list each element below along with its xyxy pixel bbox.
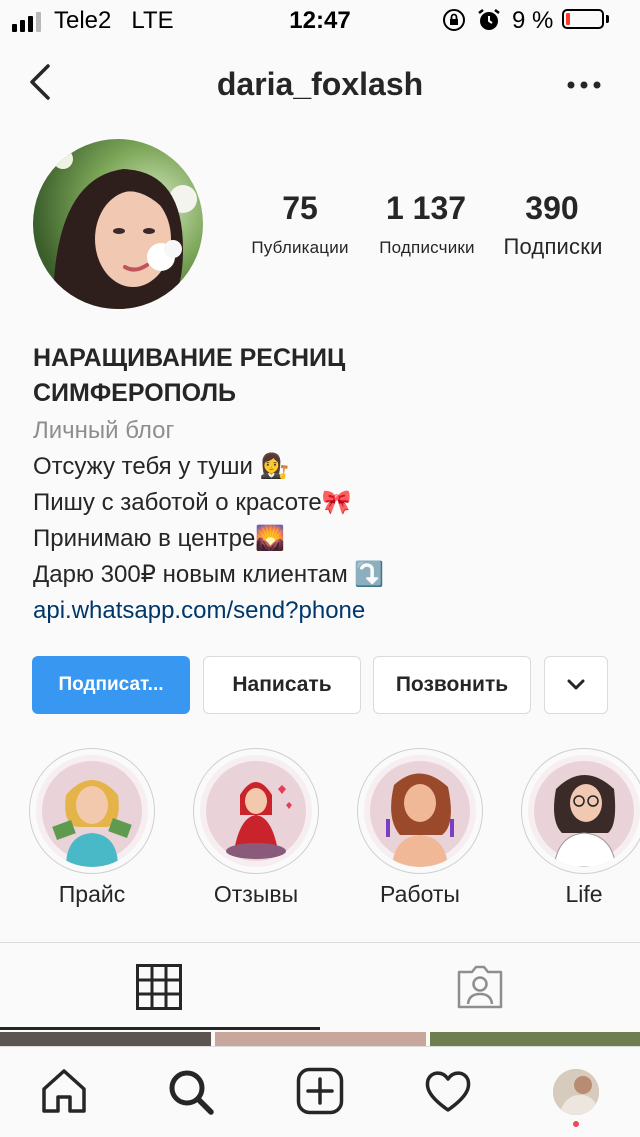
post-thumbnail[interactable] <box>430 1032 640 1046</box>
post-thumbnail[interactable] <box>215 1032 426 1046</box>
followers-count[interactable]: 1 137 <box>366 190 486 227</box>
highlight-label[interactable]: Отзывы <box>176 881 336 908</box>
search-icon[interactable] <box>166 1067 216 1117</box>
tagged-person-icon <box>457 965 503 1009</box>
profile-tab-avatar[interactable] <box>553 1069 599 1115</box>
highlight-label[interactable]: Работы <box>340 881 500 908</box>
section-divider <box>0 942 640 943</box>
highlight-works[interactable] <box>357 748 483 874</box>
bio-line: Принимаю в центре🌄 <box>33 525 286 552</box>
more-options-icon[interactable] <box>566 80 602 90</box>
bio-title-line: НАРАЩИВАНИЕ РЕСНИЦ <box>33 344 346 372</box>
highlight-label[interactable]: Life <box>504 881 640 908</box>
bio-line: Пишу с заботой о красоте🎀 <box>33 489 352 516</box>
following-count[interactable]: 390 <box>492 190 612 227</box>
highlight-life[interactable] <box>521 748 640 874</box>
alarm-icon <box>478 9 500 30</box>
subscribe-button[interactable]: Подписат... <box>32 656 190 714</box>
highlight-reviews[interactable] <box>193 748 319 874</box>
suggestions-dropdown-button[interactable] <box>544 656 608 714</box>
highlight-cover <box>36 755 148 867</box>
notification-dot <box>573 1121 579 1127</box>
bio-website-link[interactable]: api.whatsapp.com/send?phone <box>33 593 365 629</box>
highlight-cover <box>200 755 312 867</box>
tab-tagged[interactable] <box>320 944 640 1030</box>
active-tab-indicator <box>0 1027 320 1030</box>
bottom-navigation <box>0 1046 640 1137</box>
tab-grid[interactable] <box>0 944 320 1030</box>
chevron-down-icon <box>567 679 585 690</box>
profile-avatar[interactable] <box>33 139 203 309</box>
message-button[interactable]: Написать <box>203 656 361 714</box>
highlight-price[interactable] <box>29 748 155 874</box>
bio-line: Дарю 300₽ новым клиентам ⤵️ <box>33 561 385 588</box>
heart-icon[interactable] <box>424 1069 472 1113</box>
bio-title-line: СИМФЕРОПОЛЬ <box>33 379 236 407</box>
highlight-cover <box>364 755 476 867</box>
followers-label[interactable]: Подписчики <box>364 238 490 258</box>
highlight-label[interactable]: Прайс <box>12 881 172 908</box>
home-icon[interactable] <box>40 1067 88 1115</box>
plus-square-icon[interactable] <box>296 1067 344 1115</box>
post-thumbnail[interactable] <box>0 1032 211 1046</box>
profile-username: daria_foxlash <box>216 66 424 102</box>
highlight-cover <box>528 755 640 867</box>
battery-icon <box>562 9 604 29</box>
following-label[interactable]: Подписки <box>492 234 614 260</box>
battery-cap <box>606 15 609 23</box>
bio-line: Отсужу тебя у туши 👩‍⚖️ <box>33 453 290 480</box>
rotation-lock-icon <box>443 9 465 31</box>
call-button[interactable]: Позвонить <box>373 656 531 714</box>
battery-percent: 9 % <box>512 7 554 34</box>
bio-title: НАРАЩИВАНИЕ РЕСНИЦ СИМФЕРОПОЛЬ <box>33 341 553 411</box>
status-bar: Tele2 LTE 12:47 9 % <box>0 0 640 40</box>
posts-count[interactable]: 75 <box>240 190 360 227</box>
posts-label[interactable]: Публикации <box>236 238 364 258</box>
grid-icon <box>136 964 182 1010</box>
profile-category: Личный блог <box>33 417 175 444</box>
